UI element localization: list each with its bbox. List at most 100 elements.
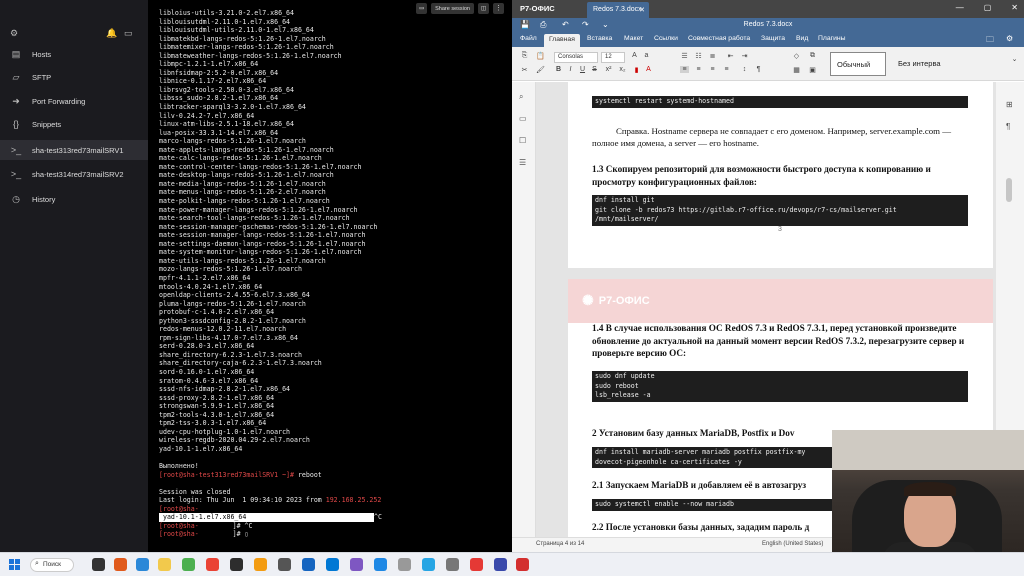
- font-shrink-icon[interactable]: a: [642, 52, 651, 59]
- copy-style-icon[interactable]: ⧉: [808, 52, 817, 60]
- terminal-line: libnfsidmap-2:5.2-0.el7.x86_64: [159, 68, 279, 77]
- minimize-icon[interactable]: —: [956, 3, 964, 12]
- terminal-text: [root@sha-: [159, 530, 199, 539]
- highlight-icon[interactable]: ▮: [632, 66, 641, 74]
- window-icon[interactable]: ▭: [124, 28, 133, 39]
- sidebar-item-label: sha-test313red73mailSRV1: [32, 145, 124, 155]
- comments-icon[interactable]: ▭: [519, 114, 527, 123]
- document-tab[interactable]: Redos 7.3.docx ✕: [587, 2, 649, 18]
- tab-protection[interactable]: Защита: [761, 35, 785, 42]
- logo-text: Р7-ОФИС: [598, 294, 650, 307]
- app-icon[interactable]: [254, 558, 267, 571]
- italic-icon[interactable]: I: [566, 66, 575, 73]
- style-normal[interactable]: Обычный: [830, 52, 886, 76]
- forward-arrow-icon: ➜: [12, 95, 20, 106]
- align-justify-icon[interactable]: ≡: [722, 66, 731, 73]
- strikethrough-icon[interactable]: S: [590, 66, 599, 73]
- align-right-icon[interactable]: ≡: [708, 66, 717, 73]
- format-painter-icon[interactable]: 🖌: [536, 66, 545, 74]
- navigation-icon[interactable]: ☰: [519, 158, 526, 167]
- maximize-icon[interactable]: ▢: [984, 3, 992, 12]
- telegram-icon[interactable]: [422, 558, 435, 571]
- bell-icon[interactable]: 🔔: [106, 28, 117, 39]
- paste-icon[interactable]: 📋: [536, 52, 545, 60]
- numbering-icon[interactable]: ☷: [694, 52, 703, 60]
- tab-file[interactable]: Файл: [520, 35, 537, 42]
- app-icon[interactable]: [278, 558, 291, 571]
- superscript-icon[interactable]: x²: [604, 66, 613, 73]
- app-icon[interactable]: [136, 558, 149, 571]
- app-icon[interactable]: [230, 558, 243, 571]
- app-icon[interactable]: [350, 558, 363, 571]
- app-icon[interactable]: [446, 558, 459, 571]
- page-counter[interactable]: Страница 4 из 14: [536, 541, 584, 547]
- start-button[interactable]: [9, 559, 20, 570]
- explorer-icon[interactable]: [158, 558, 171, 571]
- app-icon[interactable]: [494, 558, 507, 571]
- line-spacing-icon[interactable]: ↕: [740, 66, 749, 73]
- font-size-select[interactable]: 12: [601, 52, 625, 63]
- r7-office-icon[interactable]: [516, 558, 529, 571]
- app-icon[interactable]: [114, 558, 127, 571]
- tab-view[interactable]: Вид: [796, 35, 808, 42]
- sidebar-item-history[interactable]: ◷ History: [0, 189, 148, 209]
- settings-icon[interactable]: ⚙: [10, 28, 18, 39]
- tab-references[interactable]: Ссылки: [654, 35, 678, 42]
- task-view-icon[interactable]: [92, 558, 105, 571]
- terminal-text: yad-10.1-1.el7.x86_64: [159, 513, 374, 522]
- chrome-icon[interactable]: [206, 558, 219, 571]
- terminal-pane[interactable]: ▭ Share session ◫ ⋮ libloius-utils-3.21.…: [148, 0, 512, 552]
- sidebar-item-port-forwarding[interactable]: ➜ Port Forwarding: [0, 91, 148, 111]
- app-icon[interactable]: [182, 558, 195, 571]
- tab-insert[interactable]: Вставка: [587, 35, 612, 42]
- sidebar-item-session-srv1[interactable]: >_ sha-test313red73mailSRV1: [0, 140, 148, 160]
- app-icon[interactable]: [302, 558, 315, 571]
- sidebar-item-hosts[interactable]: ▤ Hosts: [0, 44, 148, 64]
- align-center-icon[interactable]: ≡: [694, 66, 703, 73]
- copy-icon[interactable]: ⎘: [520, 52, 529, 60]
- shading-icon[interactable]: ▦: [792, 66, 801, 74]
- paragraph-marks-icon[interactable]: ¶: [754, 66, 763, 73]
- underline-icon[interactable]: U: [578, 66, 587, 73]
- close-window-icon[interactable]: ✕: [1011, 3, 1018, 12]
- multilevel-icon[interactable]: ≣: [708, 52, 717, 60]
- tab-layout[interactable]: Макет: [624, 35, 643, 42]
- indent-increase-icon[interactable]: ⇥: [740, 52, 749, 60]
- chevron-down-icon[interactable]: ⌄: [1010, 55, 1019, 63]
- settings-icon[interactable]: ⚙: [1006, 34, 1013, 43]
- document-page-3[interactable]: systemctl restart systemd-hostnamed Спра…: [568, 82, 993, 268]
- tab-plugins[interactable]: Плагины: [818, 35, 846, 42]
- indent-decrease-icon[interactable]: ⇤: [726, 52, 735, 60]
- taskbar-search[interactable]: ⌕ Поиск: [30, 558, 74, 572]
- close-icon[interactable]: ✕: [639, 6, 645, 14]
- subscript-icon[interactable]: x₂: [618, 66, 627, 73]
- tab-collaboration[interactable]: Совместная работа: [688, 35, 750, 42]
- rulers-icon[interactable]: ⊞: [1006, 100, 1013, 109]
- tab-home[interactable]: Главная: [544, 34, 580, 47]
- terminal-text: Last login: Thu Jun 1 09:34:10 2023 from: [159, 496, 326, 505]
- language-indicator[interactable]: English (United States): [762, 541, 823, 547]
- sidebar-item-snippets[interactable]: {} Snippets: [0, 114, 148, 134]
- scrollbar-thumb[interactable]: [1006, 178, 1012, 202]
- font-color-icon[interactable]: A: [644, 66, 653, 73]
- app-icon[interactable]: [470, 558, 483, 571]
- cut-icon[interactable]: ✂: [520, 66, 529, 74]
- sidebar-item-session-srv2[interactable]: >_ sha-test314red73mailSRV2: [0, 164, 148, 184]
- app-icon[interactable]: [398, 558, 411, 571]
- clear-format-icon[interactable]: ◇: [792, 52, 801, 60]
- search-icon[interactable]: ⌕: [519, 92, 523, 102]
- folder-icon[interactable]: 🗀: [986, 34, 994, 48]
- sidebar-item-sftp[interactable]: ▱ SFTP: [0, 67, 148, 87]
- paragraph-settings-icon[interactable]: ¶: [1006, 122, 1010, 131]
- app-icon[interactable]: [374, 558, 387, 571]
- chat-icon[interactable]: ☐: [519, 136, 526, 145]
- app-icon[interactable]: [326, 558, 339, 571]
- borders-icon[interactable]: ▣: [808, 66, 817, 74]
- align-left-icon[interactable]: ≡: [680, 66, 689, 73]
- font-grow-icon[interactable]: A: [630, 52, 639, 59]
- bold-icon[interactable]: B: [554, 66, 563, 73]
- terminal-text: reboot: [293, 470, 322, 479]
- style-no-spacing[interactable]: Без интерва: [892, 52, 952, 76]
- font-name-select[interactable]: Consolas: [554, 52, 598, 63]
- bullets-icon[interactable]: ☰: [680, 52, 689, 60]
